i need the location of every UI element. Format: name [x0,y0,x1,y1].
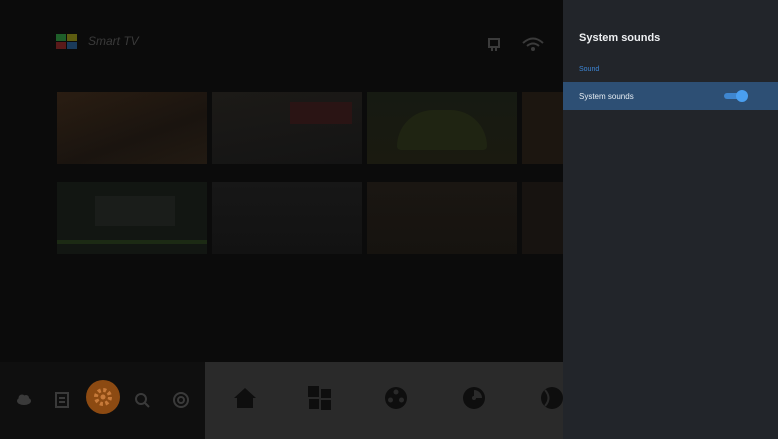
home-icon[interactable] [232,385,258,411]
wifi-icon[interactable] [522,36,544,52]
broadcast-icon[interactable] [172,392,190,408]
content-tile[interactable] [522,92,563,164]
content-tile[interactable] [367,182,517,254]
settings-button[interactable] [86,380,120,414]
tv-home-screen: Smart TV System sounds Sound System soun… [0,0,778,439]
system-sounds-toggle[interactable] [724,90,748,102]
content-tile[interactable] [212,182,362,254]
content-tile[interactable] [212,92,362,164]
settings-panel: System sounds Sound System sounds [563,0,778,439]
system-sounds-row[interactable]: System sounds [563,82,778,110]
search-icon[interactable] [134,392,150,408]
sports-ball-icon[interactable] [539,385,563,411]
content-tile[interactable] [522,182,563,254]
toggle-thumb [736,90,748,102]
film-reel-icon[interactable] [383,385,409,411]
section-label: Sound [579,66,600,73]
gear-icon [94,388,112,406]
apps-icon[interactable] [307,385,333,411]
content-tile[interactable] [57,92,207,164]
content-tile[interactable] [367,92,517,164]
account-icon[interactable] [485,36,503,52]
cloud-icon[interactable] [16,392,31,406]
content-tile[interactable] [57,182,207,254]
brand-name: Smart TV [88,34,139,48]
panel-title: System sounds [579,32,661,44]
system-sounds-label: System sounds [579,92,634,101]
input-icon[interactable] [55,392,69,408]
brand-logo [56,34,78,50]
media-disc-icon[interactable] [461,385,487,411]
